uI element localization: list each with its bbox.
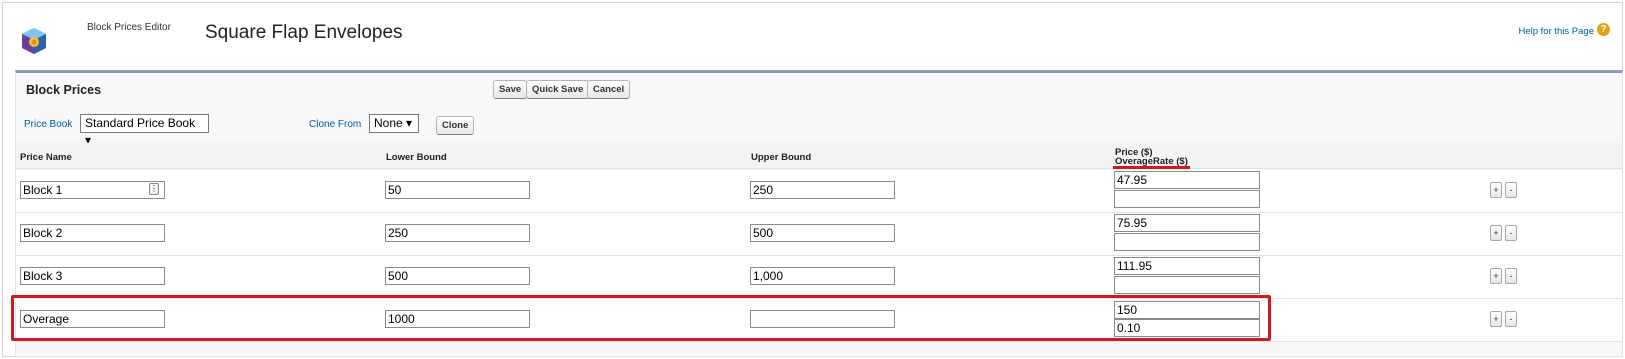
help-link[interactable]: Help for this Page — [1518, 26, 1594, 37]
lower-bound-input[interactable]: 50 — [385, 181, 530, 199]
upper-bound-input[interactable]: 1,000 — [750, 267, 895, 285]
remove-row-button[interactable]: - — [1505, 268, 1517, 284]
price-name-input[interactable]: Block 1 — [20, 181, 165, 199]
price-input[interactable]: 111.95 — [1114, 257, 1260, 275]
page-frame: Block Prices Editor Square Flap Envelope… — [2, 2, 1623, 357]
table-header: Price Name Lower Bound Upper Bound Price… — [16, 143, 1622, 169]
price-name-input[interactable]: Block 2 — [20, 224, 165, 242]
block-prices-section: Block Prices Save Quick Save Cancel Pric… — [11, 70, 1623, 357]
add-row-button[interactable]: + — [1490, 268, 1502, 284]
question-icon[interactable]: ? — [1597, 23, 1610, 36]
overage-rate-input[interactable] — [1114, 233, 1260, 251]
column-lower-bound: Lower Bound — [386, 152, 447, 163]
price-name-input[interactable]: Block 3 — [20, 267, 165, 285]
column-price-name: Price Name — [20, 152, 72, 163]
clone-from-label: Clone From — [309, 119, 362, 130]
upper-bound-input[interactable]: 250 — [750, 181, 895, 199]
clone-button[interactable]: Clone — [436, 116, 475, 135]
remove-row-button[interactable]: - — [1505, 311, 1517, 327]
remove-row-button[interactable]: - — [1505, 225, 1517, 241]
add-row-button[interactable]: + — [1490, 225, 1502, 241]
price-input[interactable]: 47.95 — [1114, 171, 1260, 189]
table-row: Block 3 500 1,000 111.95 + - — [16, 256, 1622, 299]
cancel-button[interactable]: Cancel — [587, 80, 631, 99]
app-logo-icon — [22, 28, 46, 54]
price-book-label: Price Book — [24, 119, 73, 130]
overage-rate-input[interactable] — [1114, 276, 1260, 294]
price-input[interactable]: 75.95 — [1114, 214, 1260, 232]
field-helper-icon[interactable]: ⋮ — [149, 183, 159, 195]
upper-bound-input[interactable]: 500 — [750, 224, 895, 242]
overage-rate-input[interactable] — [1114, 190, 1260, 208]
save-button[interactable]: Save — [493, 80, 528, 99]
remove-row-button[interactable]: - — [1505, 182, 1517, 198]
column-upper-bound: Upper Bound — [751, 152, 812, 163]
add-row-button[interactable]: + — [1490, 311, 1502, 327]
overage-row-highlight — [11, 295, 1271, 341]
editor-label: Block Prices Editor — [87, 22, 171, 33]
table-row: Block 2 250 500 75.95 + - — [16, 213, 1622, 256]
section-title: Block Prices — [26, 83, 102, 97]
table-row: Block 1 ⋮ 50 250 47.95 + - — [16, 170, 1622, 213]
quick-save-button[interactable]: Quick Save — [526, 80, 590, 99]
overage-rate-underline — [1113, 166, 1190, 169]
price-book-select[interactable]: Standard Price Book ▾ — [80, 114, 209, 147]
page-title: Square Flap Envelopes — [205, 22, 403, 43]
add-row-button[interactable]: + — [1490, 182, 1502, 198]
clone-from-select[interactable]: None ▾ — [369, 114, 419, 133]
lower-bound-input[interactable]: 500 — [385, 267, 530, 285]
lower-bound-input[interactable]: 250 — [385, 224, 530, 242]
